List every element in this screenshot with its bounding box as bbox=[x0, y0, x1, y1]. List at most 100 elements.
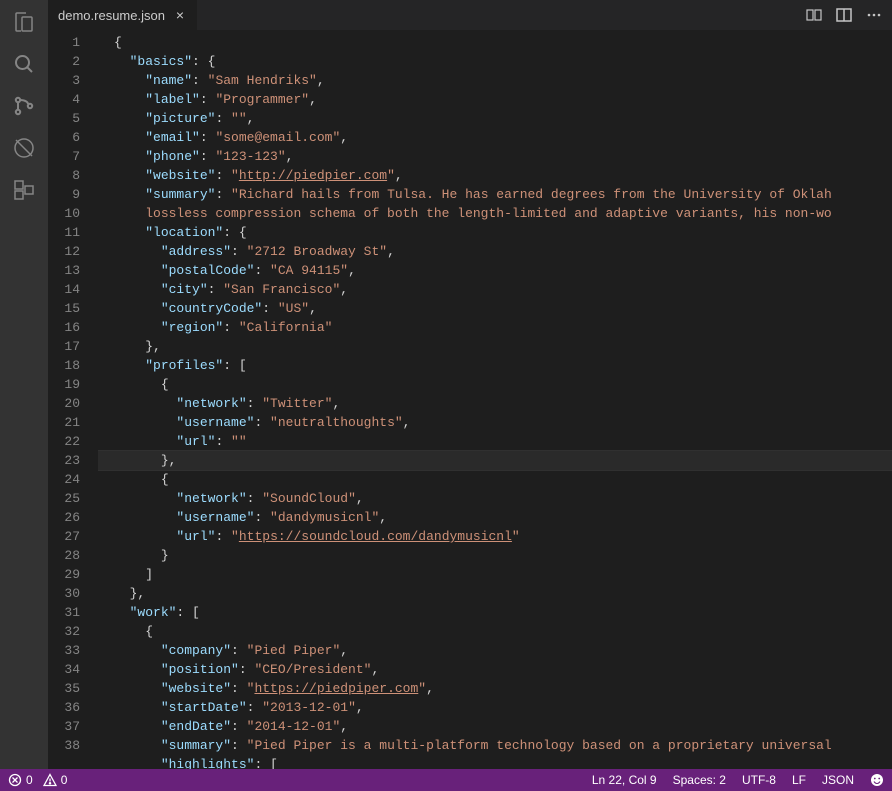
status-right: Ln 22, Col 9 Spaces: 2 UTF-8 LF JSON bbox=[592, 773, 884, 787]
main-area: demo.resume.json × 123456789101112131415… bbox=[0, 0, 892, 769]
editor-tab[interactable]: demo.resume.json × bbox=[48, 0, 197, 30]
status-indent[interactable]: Spaces: 2 bbox=[673, 773, 726, 787]
activity-bar bbox=[0, 0, 48, 769]
code-line: "countryCode": "US", bbox=[98, 299, 892, 318]
code-line: "username": "neutralthoughts", bbox=[98, 413, 892, 432]
status-encoding[interactable]: UTF-8 bbox=[742, 773, 776, 787]
line-number: 21 bbox=[48, 413, 80, 432]
extensions-icon[interactable] bbox=[12, 178, 36, 202]
source-control-icon[interactable] bbox=[12, 94, 36, 118]
code-line: "region": "California" bbox=[98, 318, 892, 337]
code-line: "summary": "Richard hails from Tulsa. He… bbox=[98, 185, 892, 204]
code-line: "picture": "", bbox=[98, 109, 892, 128]
line-number: 28 bbox=[48, 546, 80, 565]
line-number: 22 bbox=[48, 432, 80, 451]
line-number: 9 bbox=[48, 185, 80, 204]
line-number: 1 bbox=[48, 33, 80, 52]
line-number: 3 bbox=[48, 71, 80, 90]
line-number: 23 bbox=[48, 451, 80, 470]
line-number: 38 bbox=[48, 736, 80, 755]
more-icon[interactable] bbox=[866, 7, 882, 23]
code-line: }, bbox=[98, 451, 892, 470]
code-line: "website": "http://piedpier.com", bbox=[98, 166, 892, 185]
line-number: 10 bbox=[48, 204, 80, 223]
code-line: "url": "https://soundcloud.com/dandymusi… bbox=[98, 527, 892, 546]
line-number: 31 bbox=[48, 603, 80, 622]
code-content[interactable]: { "basics": { "name": "Sam Hendriks", "l… bbox=[98, 30, 892, 769]
code-line: "city": "San Francisco", bbox=[98, 280, 892, 299]
line-number: 5 bbox=[48, 109, 80, 128]
code-line: "position": "CEO/President", bbox=[98, 660, 892, 679]
line-number: 30 bbox=[48, 584, 80, 603]
editor-column: demo.resume.json × 123456789101112131415… bbox=[48, 0, 892, 769]
editor[interactable]: 1234567891011121314151617181920212223242… bbox=[48, 30, 892, 769]
line-number: 17 bbox=[48, 337, 80, 356]
code-line: } bbox=[98, 546, 892, 565]
code-line: "email": "some@email.com", bbox=[98, 128, 892, 147]
line-number: 15 bbox=[48, 299, 80, 318]
status-warnings-count: 0 bbox=[61, 773, 68, 787]
line-number: 7 bbox=[48, 147, 80, 166]
code-line: "phone": "123-123", bbox=[98, 147, 892, 166]
status-language[interactable]: JSON bbox=[822, 773, 854, 787]
line-number: 32 bbox=[48, 622, 80, 641]
status-bar: 0 0 Ln 22, Col 9 Spaces: 2 UTF-8 LF JSON bbox=[0, 769, 892, 791]
explorer-icon[interactable] bbox=[12, 10, 36, 34]
code-line: "network": "SoundCloud", bbox=[98, 489, 892, 508]
status-eol[interactable]: LF bbox=[792, 773, 806, 787]
line-number: 24 bbox=[48, 470, 80, 489]
line-number: 6 bbox=[48, 128, 80, 147]
code-line: "location": { bbox=[98, 223, 892, 242]
close-icon[interactable]: × bbox=[173, 8, 187, 22]
search-icon[interactable] bbox=[12, 52, 36, 76]
debug-icon[interactable] bbox=[12, 136, 36, 160]
code-line: "address": "2712 Broadway St", bbox=[98, 242, 892, 261]
code-line: { bbox=[98, 470, 892, 489]
code-line: "postalCode": "CA 94115", bbox=[98, 261, 892, 280]
line-number: 20 bbox=[48, 394, 80, 413]
code-line: { bbox=[98, 375, 892, 394]
feedback-icon[interactable] bbox=[870, 773, 884, 787]
code-line: }, bbox=[98, 584, 892, 603]
line-number: 19 bbox=[48, 375, 80, 394]
code-line: "summary": "Pied Piper is a multi-platfo… bbox=[98, 736, 892, 755]
line-number: 33 bbox=[48, 641, 80, 660]
line-number: 2 bbox=[48, 52, 80, 71]
code-line: ] bbox=[98, 565, 892, 584]
status-errors-count: 0 bbox=[26, 773, 33, 787]
line-number: 35 bbox=[48, 679, 80, 698]
code-line: "name": "Sam Hendriks", bbox=[98, 71, 892, 90]
line-number: 36 bbox=[48, 698, 80, 717]
compare-icon[interactable] bbox=[806, 7, 822, 23]
code-line: "endDate": "2014-12-01", bbox=[98, 717, 892, 736]
code-line: }, bbox=[98, 337, 892, 356]
line-number: 16 bbox=[48, 318, 80, 337]
status-cursor[interactable]: Ln 22, Col 9 bbox=[592, 773, 657, 787]
code-line: "startDate": "2013-12-01", bbox=[98, 698, 892, 717]
line-number-gutter: 1234567891011121314151617181920212223242… bbox=[48, 30, 98, 769]
line-number: 8 bbox=[48, 166, 80, 185]
line-number: 27 bbox=[48, 527, 80, 546]
split-editor-icon[interactable] bbox=[836, 7, 852, 23]
code-line: "label": "Programmer", bbox=[98, 90, 892, 109]
code-line: "profiles": [ bbox=[98, 356, 892, 375]
tab-title: demo.resume.json bbox=[58, 8, 165, 23]
code-line: { bbox=[98, 33, 892, 52]
code-line: "highlights": [ bbox=[98, 755, 892, 769]
line-number: 29 bbox=[48, 565, 80, 584]
line-number: 37 bbox=[48, 717, 80, 736]
line-number: 34 bbox=[48, 660, 80, 679]
code-line: "website": "https://piedpiper.com", bbox=[98, 679, 892, 698]
line-number: 12 bbox=[48, 242, 80, 261]
status-errors[interactable]: 0 bbox=[8, 773, 33, 787]
line-number: 13 bbox=[48, 261, 80, 280]
tab-bar: demo.resume.json × bbox=[48, 0, 892, 30]
line-number: 14 bbox=[48, 280, 80, 299]
code-line: lossless compression schema of both the … bbox=[98, 204, 892, 223]
code-line: "basics": { bbox=[98, 52, 892, 71]
code-line: "company": "Pied Piper", bbox=[98, 641, 892, 660]
tab-actions bbox=[806, 7, 892, 23]
code-line: "username": "dandymusicnl", bbox=[98, 508, 892, 527]
code-line: "url": "" bbox=[98, 432, 892, 451]
status-warnings[interactable]: 0 bbox=[43, 773, 68, 787]
